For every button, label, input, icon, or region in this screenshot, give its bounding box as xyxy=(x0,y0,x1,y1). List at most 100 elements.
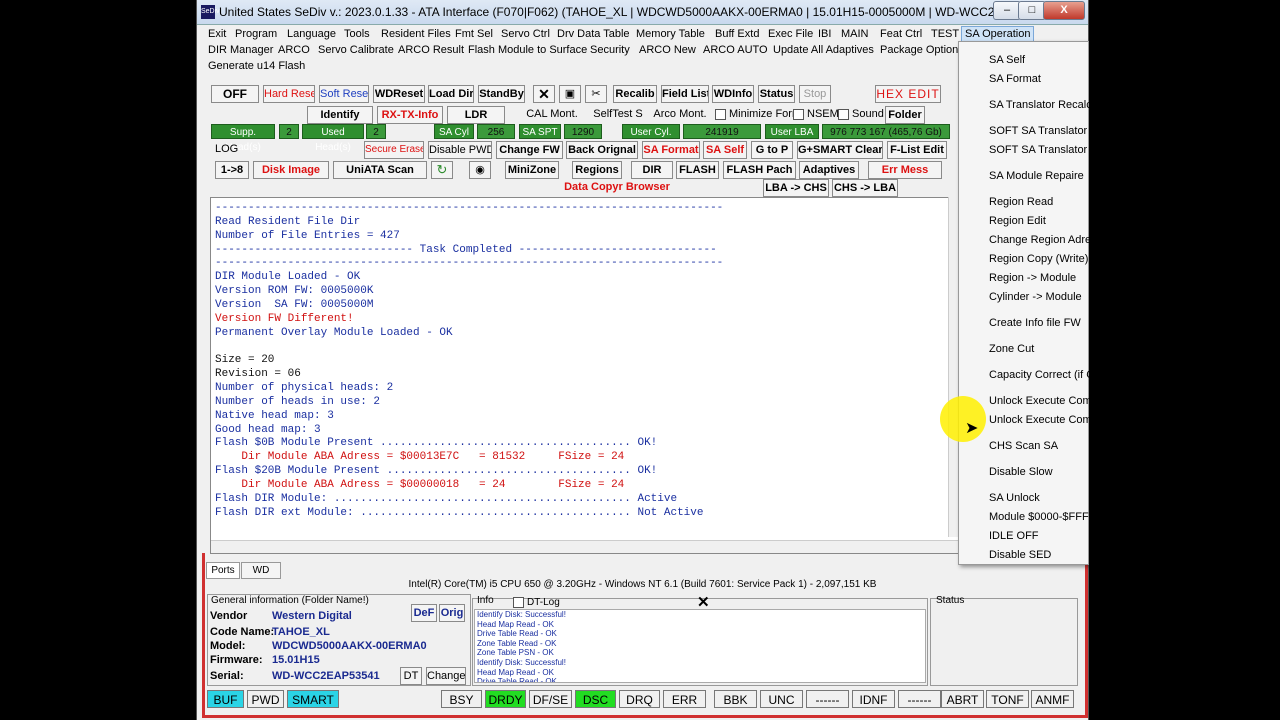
tools-icon[interactable]: ✂ xyxy=(585,85,607,103)
menu-buff-extd[interactable]: Buff Extd xyxy=(712,27,762,41)
dropdown-item[interactable]: Unlock Execute Comm xyxy=(989,395,1101,407)
soft-reset-button[interactable]: Soft Reset xyxy=(319,85,369,103)
off-button[interactable]: OFF xyxy=(211,85,259,103)
menu-arco-auto[interactable]: ARCO AUTO xyxy=(700,43,771,57)
dropdown-item[interactable]: CHS Scan SA xyxy=(989,440,1058,452)
stop-button[interactable]: Stop xyxy=(799,85,831,103)
cal-mont-button[interactable]: CAL Mont. xyxy=(525,106,579,124)
dropdown-item[interactable]: Disable Slow xyxy=(989,466,1053,478)
arco-mont-button[interactable]: Arco Mont. xyxy=(652,106,708,124)
secure-erase-button[interactable]: Secure Erase xyxy=(364,141,424,159)
regions-button[interactable]: Regions xyxy=(572,161,622,179)
menu-program[interactable]: Program xyxy=(232,27,280,41)
save-icon[interactable]: ▣ xyxy=(559,85,581,103)
close-button[interactable]: X xyxy=(1043,1,1085,20)
dropdown-item[interactable]: SOFT SA Translator Re xyxy=(989,125,1104,137)
dropdown-item[interactable]: Create Info file FW xyxy=(989,317,1081,329)
menu-sa-operation[interactable]: SA Operation xyxy=(961,26,1035,42)
dropdown-item[interactable]: Unlock Execute Comm xyxy=(989,414,1101,426)
info-log[interactable]: Identify Disk: Successful! Head Map Read … xyxy=(474,609,926,683)
dt-log-checkbox[interactable] xyxy=(513,597,524,608)
dropdown-item[interactable]: Region -> Module xyxy=(989,272,1076,284)
dropdown-item[interactable]: SA Self xyxy=(989,54,1025,66)
dt-button[interactable]: DT xyxy=(400,667,422,685)
def-button[interactable]: DeF xyxy=(411,604,437,622)
chs-to-lba-button[interactable]: CHS -> LBA xyxy=(832,179,898,197)
flash-button[interactable]: FLASH xyxy=(676,161,719,179)
dropdown-item[interactable]: SOFT SA Translator Re xyxy=(989,144,1104,156)
dropdown-item[interactable]: Change Region Adres xyxy=(989,234,1097,246)
minizone-button[interactable]: MiniZone xyxy=(505,161,559,179)
dropdown-item[interactable]: SA Unlock xyxy=(989,492,1040,504)
menu-arco-result[interactable]: ARCO Result xyxy=(395,43,467,57)
ldr-button[interactable]: LDR xyxy=(447,106,505,124)
minimize-form-checkbox[interactable] xyxy=(715,109,726,120)
orig-button[interactable]: Orig xyxy=(439,604,465,622)
menu-arco-new[interactable]: ARCO New xyxy=(636,43,699,57)
disk-image-button[interactable]: Disk Image xyxy=(253,161,329,179)
lba-to-chs-button[interactable]: LBA -> CHS xyxy=(763,179,829,197)
g-to-p-button[interactable]: G to P xyxy=(751,141,793,159)
menu-exec-file[interactable]: Exec File xyxy=(765,27,816,41)
menu-dir-manager[interactable]: DIR Manager xyxy=(205,43,276,57)
menu-test[interactable]: TEST xyxy=(928,27,962,41)
adaptives-button[interactable]: Adaptives xyxy=(799,161,859,179)
err-mess-button[interactable]: Err Mess xyxy=(868,161,942,179)
menu-resident-files[interactable]: Resident Files xyxy=(378,27,454,41)
uniata-scan-button[interactable]: UniATA Scan xyxy=(333,161,427,179)
menu-memory-table[interactable]: Memory Table xyxy=(633,27,708,41)
rx-tx-info-button[interactable]: RX-TX-Info xyxy=(377,106,443,124)
dropdown-item[interactable]: Disable SED xyxy=(989,549,1051,561)
dropdown-item[interactable]: Zone Cut xyxy=(989,343,1034,355)
hex-edit-button[interactable]: HEX EDIT xyxy=(875,85,941,103)
menu-arco[interactable]: ARCO xyxy=(275,43,313,57)
menu-fmt-sel[interactable]: Fmt Sel xyxy=(452,27,496,41)
dropdown-item[interactable]: SA Format xyxy=(989,73,1041,85)
maximize-button[interactable]: □ xyxy=(1018,1,1046,20)
dropdown-item[interactable]: Cylinder -> Module xyxy=(989,291,1082,303)
wdinfo-button[interactable]: WDInfo xyxy=(712,85,754,103)
menu-drv-data-table[interactable]: Drv Data Table xyxy=(554,27,633,41)
minimize-button[interactable]: – xyxy=(993,1,1021,20)
sa-format-button[interactable]: SA Format xyxy=(642,141,700,159)
menu-main[interactable]: MAIN xyxy=(838,27,872,41)
dir-button[interactable]: DIR xyxy=(631,161,673,179)
change-fw-button[interactable]: Change FW xyxy=(496,141,563,159)
log-output[interactable]: ----------------------------------------… xyxy=(210,197,961,554)
status-button[interactable]: Status xyxy=(758,85,795,103)
menu-ibi[interactable]: IBI xyxy=(815,27,834,41)
dropdown-item[interactable]: Region Read xyxy=(989,196,1053,208)
menu-update-adaptives[interactable]: Update All Adaptives xyxy=(770,43,877,57)
menu-tools[interactable]: Tools xyxy=(341,27,373,41)
menu-servo-calibrate[interactable]: Servo Calibrate xyxy=(315,43,397,57)
menu-exit[interactable]: Exit xyxy=(205,27,229,41)
refresh-icon[interactable]: ↻ xyxy=(431,161,453,179)
identify-button[interactable]: Identify xyxy=(307,106,373,124)
dropdown-item[interactable]: Capacity Correct (if C xyxy=(989,369,1094,381)
close-x-icon[interactable]: ✕ xyxy=(533,85,555,103)
recalib-button[interactable]: Recalib xyxy=(613,85,657,103)
dropdown-item[interactable]: Module $0000-$FFFF F xyxy=(989,511,1105,523)
menu-generate-flash[interactable]: Generate u14 Flash xyxy=(205,59,308,73)
load-dir-button[interactable]: Load Dir xyxy=(428,85,474,103)
menu-security[interactable]: Security xyxy=(587,43,633,57)
menu-language[interactable]: Language xyxy=(284,27,339,41)
dropdown-item[interactable]: IDLE OFF xyxy=(989,530,1039,542)
menu-feat-ctrl[interactable]: Feat Ctrl xyxy=(877,27,925,41)
menu-package-option[interactable]: Package Option xyxy=(877,43,961,57)
f-list-edit-button[interactable]: F-List Edit xyxy=(887,141,947,159)
hard-reset-button[interactable]: Hard Reset xyxy=(263,85,315,103)
menu-servo-ctrl[interactable]: Servo Ctrl xyxy=(498,27,553,41)
data-copy-browser-button[interactable]: Data Copyr Browser xyxy=(562,179,672,197)
disk-icon[interactable]: ◉ xyxy=(469,161,491,179)
gsmart-clear-button[interactable]: G+SMART Clear xyxy=(797,141,883,159)
folder-button[interactable]: Folder xyxy=(885,106,925,124)
sound-checkbox[interactable] xyxy=(838,109,849,120)
dropdown-item[interactable]: SA Translator Recalc xyxy=(989,99,1092,111)
one-to-8-button[interactable]: 1->8 xyxy=(215,161,249,179)
dropdown-item[interactable]: Region Copy (Write) xyxy=(989,253,1088,265)
wdreset-button[interactable]: WDReset xyxy=(373,85,425,103)
selftest-button[interactable]: SelfTest S xyxy=(591,106,645,124)
dropdown-item[interactable]: Region Edit xyxy=(989,215,1046,227)
change-button[interactable]: Change xyxy=(426,667,466,685)
